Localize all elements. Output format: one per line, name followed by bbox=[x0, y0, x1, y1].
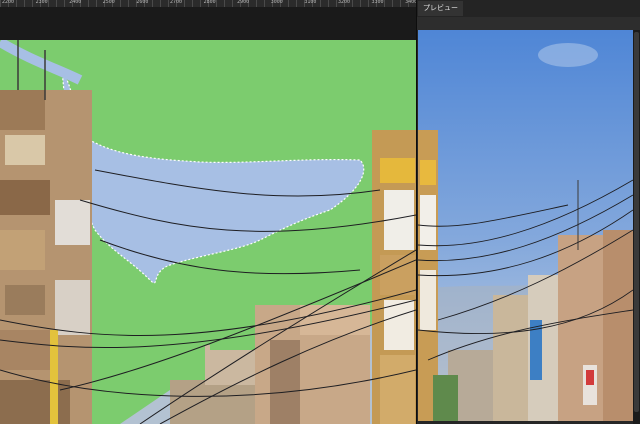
panel-tab-bar: プレビュー bbox=[417, 0, 640, 18]
ruler-label: 2800 bbox=[203, 0, 216, 5]
scroll-thumb[interactable] bbox=[634, 32, 639, 412]
tab-preview[interactable]: プレビュー bbox=[418, 1, 463, 16]
ruler-label: 2300 bbox=[35, 0, 48, 5]
image-canvas[interactable] bbox=[0, 40, 416, 424]
ruler-label: 2700 bbox=[169, 0, 183, 5]
panel-toolbar-strip bbox=[417, 17, 640, 30]
ruler-label: 3200 bbox=[337, 0, 350, 5]
panel-scrollbar[interactable] bbox=[633, 30, 640, 424]
top-ruler[interactable]: 2200 2300 2400 2500 2600 2700 2800 2900 … bbox=[0, 0, 416, 7]
ruler-label: 3400 bbox=[405, 0, 416, 5]
ruler-label: 3000 bbox=[270, 0, 283, 5]
ruler-label: 2900 bbox=[237, 0, 250, 5]
ruler-label: 2200 bbox=[2, 0, 15, 5]
ruler-label: 2500 bbox=[102, 0, 115, 5]
ruler-labels: 2200 2300 2400 2500 2600 2700 2800 2900 … bbox=[0, 0, 416, 6]
right-building bbox=[372, 130, 416, 424]
ruler-label: 3100 bbox=[304, 0, 317, 5]
ruler-label: 2400 bbox=[69, 0, 82, 5]
preview-panel: プレビュー bbox=[416, 0, 640, 424]
preview-image bbox=[418, 30, 633, 421]
canvas-image bbox=[0, 40, 416, 424]
ruler-label: 3300 bbox=[371, 0, 384, 5]
canvas-header-strip bbox=[0, 7, 416, 41]
ruler-label: 2600 bbox=[136, 0, 149, 5]
